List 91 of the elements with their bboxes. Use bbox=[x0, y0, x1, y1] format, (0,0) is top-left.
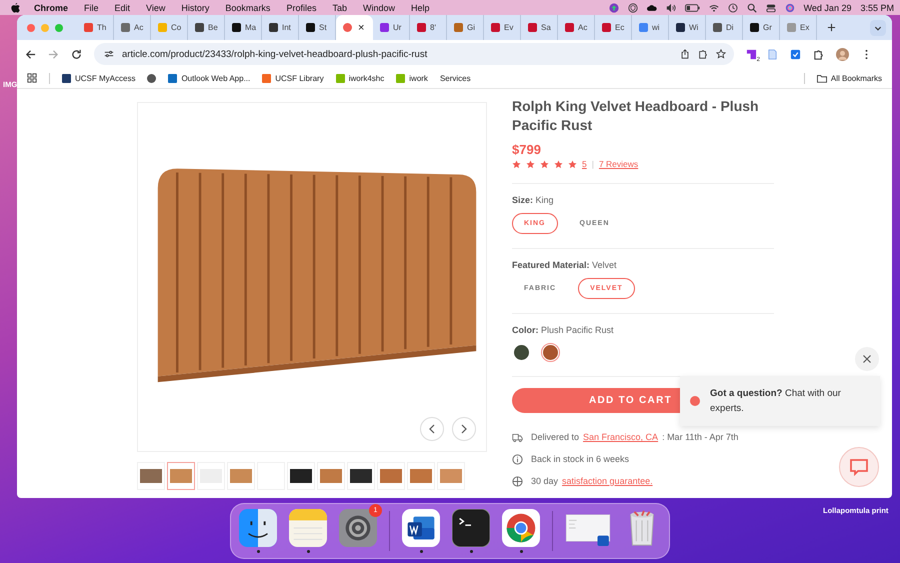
extension-icon[interactable] bbox=[746, 48, 757, 60]
bookmark-item[interactable]: UCSF MyAccess bbox=[62, 74, 136, 82]
status-dot-icon bbox=[690, 396, 700, 406]
browser-tab[interactable]: × bbox=[336, 15, 373, 40]
option-label: Color: Plush Pacific Rust bbox=[512, 325, 615, 335]
product-price: $799 bbox=[512, 142, 542, 157]
product-title: Rolph King Velvet Headboard - Plush Pacific Rust bbox=[512, 97, 760, 135]
browser-tab[interactable]: Sa bbox=[521, 15, 558, 40]
menu-item[interactable]: Bookmarks bbox=[225, 2, 270, 12]
all-bookmarks-button[interactable]: All Bookmarks bbox=[816, 74, 882, 82]
delivery-dates-text: : Mar 11th - Apr 7th bbox=[662, 432, 738, 442]
wifi-icon[interactable] bbox=[708, 2, 719, 12]
info-text: Delivered to bbox=[531, 432, 580, 442]
menu-item[interactable]: Tab bbox=[332, 2, 347, 12]
battery-icon[interactable] bbox=[684, 2, 700, 12]
volume-icon[interactable] bbox=[666, 2, 676, 12]
browser-tab[interactable]: Wi bbox=[669, 15, 706, 40]
shield-icon[interactable] bbox=[628, 2, 638, 12]
globe-bookmark-icon[interactable] bbox=[147, 74, 156, 82]
document-icon[interactable] bbox=[767, 48, 778, 60]
option-label: Featured Material: Velvet bbox=[512, 260, 618, 270]
chrome-app-icon[interactable] bbox=[502, 509, 540, 547]
info-icon bbox=[512, 454, 523, 464]
menu-bar-time[interactable]: 3:55 PM bbox=[860, 2, 894, 12]
site-settings-icon[interactable] bbox=[104, 49, 114, 59]
thumbnail-image[interactable] bbox=[167, 462, 195, 490]
checkbox-extension-icon[interactable] bbox=[790, 48, 801, 60]
browser-tab[interactable]: Ac bbox=[558, 15, 595, 40]
browser-tab[interactable]: Gr bbox=[743, 15, 780, 40]
control-center-icon[interactable] bbox=[766, 2, 776, 12]
browser-tab[interactable]: Ec bbox=[595, 15, 632, 40]
upload-circle-icon[interactable] bbox=[608, 2, 619, 12]
bookmark-item[interactable]: Outlook Web App... bbox=[168, 74, 250, 82]
browser-tab[interactable]: Ur bbox=[373, 15, 410, 40]
globe-icon bbox=[512, 476, 523, 486]
word-app-icon[interactable] bbox=[402, 509, 440, 547]
menu-item[interactable]: View bbox=[146, 2, 166, 12]
rating-separator: | bbox=[592, 159, 594, 169]
option-label: Size: King bbox=[512, 195, 555, 205]
menu-bar-date[interactable]: Wed Jan 29 bbox=[804, 2, 852, 12]
profile-avatar-icon[interactable] bbox=[836, 48, 849, 60]
menu-item[interactable]: Help bbox=[410, 2, 430, 12]
url-text: article.com/product/23433/rolph-king-velvet-headboard-plush-pacific-rust bbox=[122, 48, 428, 60]
siri-icon[interactable] bbox=[784, 2, 795, 12]
share-icon[interactable] bbox=[680, 49, 690, 59]
chat-popup[interactable]: Got a question? Chat with our experts. bbox=[680, 376, 880, 426]
terminal-app-icon[interactable] bbox=[452, 509, 490, 547]
browser-tab[interactable]: Co bbox=[151, 15, 188, 40]
browser-tab[interactable]: Int bbox=[262, 15, 299, 40]
bookmark-item[interactable]: iwork4shc bbox=[336, 74, 384, 82]
browser-tab[interactable]: Ma bbox=[225, 15, 262, 40]
extensions-puzzle-icon[interactable] bbox=[813, 48, 824, 60]
address-bar[interactable]: article.com/product/23433/rolph-king-velvet-headboard-plush-pacific-rust bbox=[94, 43, 734, 65]
bookmark-item[interactable]: UCSF Library bbox=[262, 74, 324, 82]
apps-grid-icon[interactable] bbox=[27, 73, 37, 83]
menu-item[interactable]: File bbox=[84, 2, 99, 12]
gear-app-icon[interactable] bbox=[339, 509, 377, 547]
browser-tab[interactable]: Ex bbox=[780, 15, 817, 40]
puzzle-plus-icon[interactable] bbox=[698, 49, 708, 59]
cloud-icon[interactable] bbox=[646, 2, 657, 12]
reload-icon[interactable] bbox=[71, 48, 82, 60]
finder-app-icon[interactable] bbox=[239, 509, 277, 547]
search-icon[interactable] bbox=[746, 2, 757, 12]
browser-tab[interactable]: Be bbox=[188, 15, 225, 40]
browser-tab[interactable]: Ac bbox=[114, 15, 151, 40]
browser-tab[interactable]: Ev bbox=[484, 15, 521, 40]
notes-app-icon[interactable] bbox=[289, 509, 327, 547]
bookmark-item[interactable]: iwork bbox=[396, 74, 428, 82]
chat-bubble-button[interactable] bbox=[839, 447, 879, 487]
folder-icon bbox=[816, 74, 827, 82]
menu-item[interactable]: Profiles bbox=[286, 2, 316, 12]
browser-tab[interactable]: Th bbox=[77, 15, 114, 40]
new-tab-plus-icon[interactable] bbox=[827, 23, 836, 32]
info-text: Back in stock in 6 weeks bbox=[531, 454, 630, 464]
clock-icon[interactable] bbox=[728, 2, 738, 12]
menu-app-name[interactable]: Chrome bbox=[34, 2, 68, 12]
menu-item[interactable]: History bbox=[181, 2, 210, 12]
bookmark-item[interactable]: Services bbox=[440, 74, 471, 82]
apple-icon[interactable] bbox=[11, 2, 20, 12]
browser-tab[interactable]: wi bbox=[632, 15, 669, 40]
browser-tab[interactable]: Gi bbox=[447, 15, 484, 40]
close-chat-button[interactable] bbox=[855, 347, 879, 371]
info-text: 30 day bbox=[531, 476, 558, 486]
browser-tab[interactable]: 8' bbox=[410, 15, 447, 40]
bookmark-star-icon[interactable] bbox=[716, 49, 726, 59]
browser-tab[interactable]: Di bbox=[706, 15, 743, 40]
menu-item[interactable]: Window bbox=[362, 2, 395, 12]
tab-search-chevron-icon[interactable] bbox=[870, 20, 886, 36]
back-arrow-icon[interactable] bbox=[25, 48, 36, 60]
truck-icon bbox=[512, 432, 523, 442]
menu-item[interactable]: Edit bbox=[114, 2, 130, 12]
